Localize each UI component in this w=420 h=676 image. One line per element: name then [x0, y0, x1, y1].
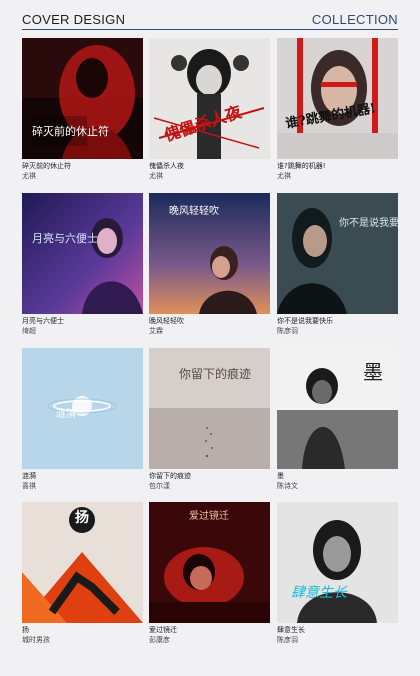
- song-title: 涟漪: [22, 472, 36, 480]
- artist-name: 尤祺: [22, 172, 36, 180]
- cover-art: [22, 348, 143, 469]
- album-card[interactable]: 晚风轻轻吹 晚风轻轻吹 艾霖: [149, 193, 270, 336]
- artist-name: 尤祺: [149, 172, 163, 180]
- album-card[interactable]: 扬 扬 城时男孩: [22, 502, 143, 645]
- cover-title: 爱过镜迁: [189, 511, 229, 522]
- song-title: 你留下的痕迹: [149, 472, 191, 480]
- cover-art: [277, 38, 398, 159]
- cover-title: 碎灭前的休止符: [32, 125, 109, 138]
- album-cover[interactable]: 墨: [277, 348, 398, 469]
- album-card[interactable]: 你不是说我要快乐 你不是说我要快乐 陈彦羽: [277, 193, 398, 336]
- cover-title: 你留下的痕迹: [179, 367, 252, 381]
- cover-art: [22, 38, 143, 159]
- cover-title: 扬: [75, 510, 89, 526]
- album-cover[interactable]: 晚风轻轻吹: [149, 193, 270, 314]
- album-cover[interactable]: 扬: [22, 502, 143, 623]
- artist-name: 彭康彦: [149, 636, 170, 644]
- album-card[interactable]: 傀儡杀人夜 傀儡杀人夜 尤祺: [149, 38, 270, 181]
- song-title: 谁?跳舞的机器!: [277, 162, 326, 170]
- album-cover[interactable]: 月亮与六便士: [22, 193, 143, 314]
- album-card[interactable]: 爱过镜迁 爱过镜迁 彭康彦: [149, 502, 270, 645]
- song-title: 爱过镜迁: [149, 626, 177, 634]
- song-title: 碎灭前的休止符: [22, 162, 71, 170]
- artist-name: 包尔漾: [149, 482, 170, 490]
- song-title: 傀儡杀人夜: [149, 162, 184, 170]
- cover-title: 你不是说我要快乐: [339, 218, 398, 229]
- album-card[interactable]: 肆意生长 肆意生长 陈彦羽: [277, 502, 398, 645]
- album-card[interactable]: 碎灭前的休止符 碎灭前的休止符 尤祺: [22, 38, 143, 181]
- artist-name: 艾霖: [149, 327, 163, 335]
- page-title: COVER DESIGN: [22, 12, 126, 27]
- album-cover[interactable]: 涟漪: [22, 348, 143, 469]
- song-title: 晚风轻轻吹: [149, 317, 184, 325]
- album-cover[interactable]: 肆意生长: [277, 502, 398, 623]
- album-cover[interactable]: 傀儡杀人夜: [149, 38, 270, 159]
- album-cover[interactable]: 谁?跳舞的机器!: [277, 38, 398, 159]
- page-header: COVER DESIGN COLLECTION: [0, 0, 420, 32]
- song-title: 墨: [277, 472, 284, 480]
- song-title: 扬: [22, 626, 29, 634]
- album-cover[interactable]: 爱过镜迁: [149, 502, 270, 623]
- song-title: 月亮与六便士: [22, 317, 64, 325]
- artist-name: 城时男孩: [22, 636, 50, 644]
- song-title: 你不是说我要快乐: [277, 317, 333, 325]
- album-card[interactable]: 月亮与六便士 月亮与六便士 绮超: [22, 193, 143, 336]
- artist-name: 陈彦羽: [277, 327, 298, 335]
- album-card[interactable]: 谁?跳舞的机器! 谁?跳舞的机器! 尤祺: [277, 38, 398, 181]
- album-cover[interactable]: 碎灭前的休止符: [22, 38, 143, 159]
- artist-name: 陈诗文: [277, 482, 298, 490]
- artist-name: 绮超: [22, 327, 36, 335]
- collection-link[interactable]: COLLECTION: [312, 12, 398, 27]
- cover-title: 月亮与六便士: [32, 232, 98, 245]
- album-card[interactable]: 墨 墨 陈诗文: [277, 348, 398, 491]
- cover-title: 涟漪: [56, 409, 76, 420]
- album-card[interactable]: 涟漪 涟漪 喜祺: [22, 348, 143, 491]
- album-card[interactable]: 你留下的痕迹 你留下的痕迹 包尔漾: [149, 348, 270, 491]
- cover-title: 晚风轻轻吹: [169, 206, 219, 217]
- album-cover[interactable]: 你留下的痕迹: [149, 348, 270, 469]
- artist-name: 喜祺: [22, 482, 36, 490]
- cover-title: 墨: [363, 360, 383, 384]
- album-cover[interactable]: 你不是说我要快乐: [277, 193, 398, 314]
- cover-title: 肆意生长: [291, 585, 347, 601]
- header-divider: [22, 29, 398, 30]
- cover-art: [277, 502, 398, 623]
- cover-art: [277, 193, 398, 314]
- song-title: 肆意生长: [277, 626, 305, 634]
- cover-art: [22, 193, 143, 314]
- artist-name: 陈彦羽: [277, 636, 298, 644]
- artist-name: 尤祺: [277, 172, 291, 180]
